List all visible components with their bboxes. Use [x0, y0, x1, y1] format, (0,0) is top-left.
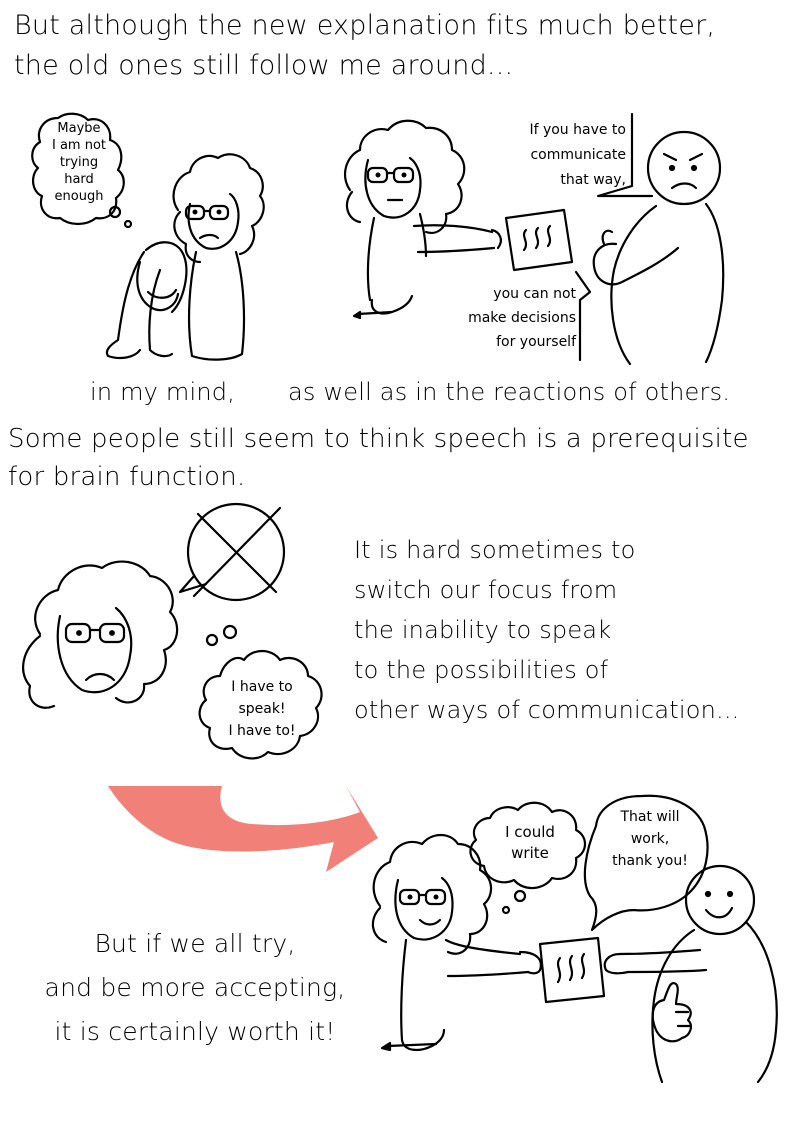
panel1-face [187, 192, 240, 250]
speech-line: communicate [530, 147, 626, 163]
panel2-frowning-face [646, 130, 722, 206]
top-caption: But although the new explanation fits mu… [14, 6, 715, 86]
thought-line: write [511, 844, 549, 862]
side-text-line: other ways of communication... [354, 696, 740, 724]
transition-arrow-icon [108, 786, 378, 872]
panel4-hair [372, 833, 493, 955]
thought-line: Maybe [57, 121, 101, 136]
paper-note [504, 208, 574, 272]
thought-line: hard [64, 172, 94, 187]
panel2-caption: as well as in the reactions of others. [288, 378, 731, 406]
closing-caption-line: But if we all try, [94, 929, 296, 958]
thought-line: speak! [238, 701, 286, 717]
panel2-speech-bottom: you can not make decisions for yourself [442, 282, 576, 354]
thought-line: trying [59, 155, 99, 170]
side-text-line: switch our focus from [354, 576, 618, 604]
speech-line: thank you! [612, 853, 688, 869]
top-caption-line: But although the new explanation fits mu… [14, 10, 716, 41]
thought-line: I have to! [228, 723, 296, 739]
speech-line: make decisions [468, 310, 576, 326]
top-caption-line: the old ones still follow me around... [14, 50, 514, 81]
middle-caption-line: Some people still seem to think speech i… [8, 424, 749, 454]
side-text-line: It is hard sometimes to [354, 536, 636, 564]
panel3-hair [34, 560, 179, 704]
panel3-side-text: It is hard sometimes to switch our focus… [354, 530, 740, 730]
panel4-thought-text: I could write [488, 822, 572, 864]
panel1-caption: in my mind, [90, 378, 236, 406]
speech-line: If you have to [529, 122, 626, 138]
closing-caption-line: and be more accepting, [44, 973, 346, 1002]
panel2-speech-top: If you have to communicate that way, [498, 118, 626, 193]
panel1-hair [172, 153, 265, 256]
panel4-speech-text: That will work, thank you! [596, 806, 704, 872]
middle-caption-line: for brain function. [8, 462, 246, 492]
speech-line: work, [630, 831, 670, 847]
side-text-line: the inability to speak [354, 616, 612, 644]
thought-line: I have to [231, 679, 293, 695]
panel4-smiling-face [684, 864, 756, 936]
speech-line: That will [620, 809, 680, 825]
thought-line: enough [54, 189, 104, 204]
thought-dot [123, 219, 133, 229]
speech-line: you can not [493, 286, 576, 302]
side-text-line: to the possibilities of [354, 656, 609, 684]
speech-line: for yourself [496, 334, 576, 350]
panel1-thought-text: Maybe I am not trying hard enough [44, 120, 114, 205]
thought-line: I could [505, 823, 555, 841]
cross-icon [192, 506, 282, 598]
speech-line: that way, [560, 172, 626, 188]
thought-line: I am not [51, 138, 107, 153]
closing-caption: But if we all try, and be more accepting… [30, 922, 360, 1054]
closing-caption-line: it is certainly worth it! [54, 1017, 336, 1046]
middle-caption: Some people still seem to think speech i… [8, 420, 749, 496]
panel3-thought-text: I have to speak! I have to! [214, 676, 310, 742]
